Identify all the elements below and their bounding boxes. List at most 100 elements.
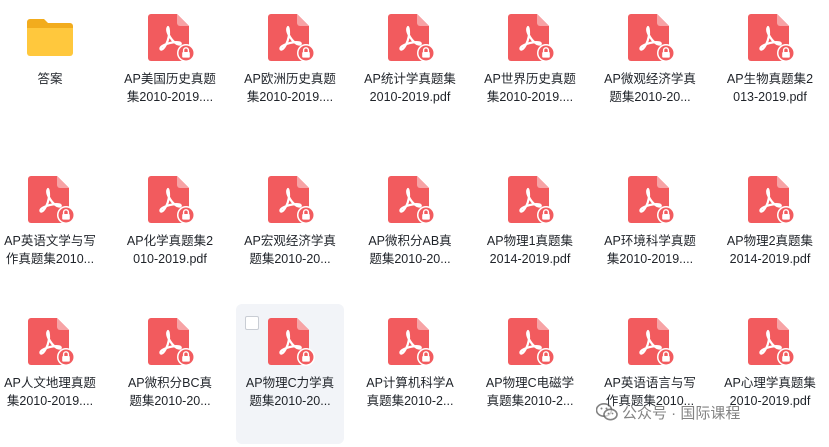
file-name: AP美国历史真题 集2010-2019....: [116, 70, 224, 106]
pdf-lock-icon: [148, 14, 195, 62]
file-item[interactable]: AP生物真题集2 013-2019.pdf: [716, 0, 824, 140]
pdf-lock-icon: [28, 176, 75, 224]
pdf-lock-icon: [748, 318, 795, 366]
file-name: AP物理C力学真 题集2010-20...: [236, 374, 344, 410]
file-name-line: AP美国历史真题: [124, 72, 216, 86]
pdf-lock-icon: [508, 176, 555, 224]
file-name-line: 题集2010-20...: [609, 90, 691, 104]
file-name: AP计算机科学A 真题集2010-2...: [356, 374, 464, 410]
file-item[interactable]: AP世界历史真题 集2010-2019....: [476, 0, 584, 140]
file-name-line: AP宏观经济学真: [244, 234, 336, 248]
file-name-line: 2014-2019.pdf: [729, 252, 811, 266]
file-item[interactable]: AP美国历史真题 集2010-2019....: [116, 0, 224, 140]
file-name-line: AP英语文学与写: [4, 234, 96, 248]
file-item[interactable]: AP欧洲历史真题 集2010-2019....: [236, 0, 344, 140]
file-name-line: 2014-2019.pdf: [489, 252, 571, 266]
file-name: AP英语文学与写 作真题集2010...: [0, 232, 104, 268]
file-name-line: 题集2010-20...: [249, 394, 331, 408]
file-name-line: AP欧洲历史真题: [244, 72, 336, 86]
file-name-line: AP物理C力学真: [245, 376, 335, 390]
pdf-lock-icon: [388, 14, 435, 62]
file-name: AP环境科学真题 集2010-2019....: [596, 232, 704, 268]
file-name: AP人文地理真题 集2010-2019....: [0, 374, 104, 410]
watermark: 公众号 · 国际课程: [596, 399, 740, 425]
file-name-line: 题集2010-20...: [369, 252, 451, 266]
file-name: AP化学真题集2 010-2019.pdf: [116, 232, 224, 268]
file-name: AP物理2真题集 2014-2019.pdf: [716, 232, 824, 268]
file-name: 答案: [0, 70, 104, 88]
file-item[interactable]: AP物理C电磁学 真题集2010-2...: [476, 304, 584, 444]
file-name-line: AP环境科学真题: [604, 234, 696, 248]
file-item[interactable]: AP微积分BC真 题集2010-20...: [116, 304, 224, 444]
file-item[interactable]: AP人文地理真题 集2010-2019....: [0, 304, 104, 444]
file-name-line: 作真题集2010...: [5, 252, 95, 266]
file-name: AP生物真题集2 013-2019.pdf: [716, 70, 824, 106]
file-name-line: AP物理1真题集: [486, 234, 574, 248]
file-name-line: AP物理2真题集: [726, 234, 814, 248]
file-name-line: 集2010-2019....: [486, 90, 574, 104]
file-name-line: AP微积分BC真: [127, 376, 213, 390]
pdf-lock-icon: [148, 318, 195, 366]
file-name: AP世界历史真题 集2010-2019....: [476, 70, 584, 106]
select-checkbox[interactable]: [245, 316, 259, 330]
file-name-line: AP生物真题集2: [726, 72, 814, 86]
file-name-line: AP微积分AB真: [368, 234, 452, 248]
pdf-lock-icon: [628, 14, 675, 62]
pdf-lock-icon: [268, 14, 315, 62]
pdf-lock-icon: [388, 318, 435, 366]
file-name: AP统计学真题集 2010-2019.pdf: [356, 70, 464, 106]
folder-item[interactable]: 答案: [0, 0, 104, 140]
file-name-line: 真题集2010-2...: [486, 394, 574, 408]
file-name-line: AP统计学真题集: [364, 72, 456, 86]
file-name-line: 集2010-2019....: [6, 394, 94, 408]
pdf-lock-icon: [148, 176, 195, 224]
pdf-lock-icon: [628, 318, 675, 366]
file-name: AP欧洲历史真题 集2010-2019....: [236, 70, 344, 106]
file-item[interactable]: AP微观经济学真 题集2010-20...: [596, 0, 704, 140]
pdf-lock-icon: [628, 176, 675, 224]
file-name-line: AP化学真题集2: [126, 234, 214, 248]
file-name-line: 2010-2019.pdf: [369, 90, 451, 104]
file-item[interactable]: AP化学真题集2 010-2019.pdf: [116, 162, 224, 302]
pdf-lock-icon: [268, 176, 315, 224]
file-item[interactable]: AP微积分AB真 题集2010-20...: [356, 162, 464, 302]
file-item[interactable]: AP计算机科学A 真题集2010-2...: [356, 304, 464, 444]
watermark-text: 公众号 · 国际课程: [622, 404, 741, 422]
file-name: AP物理1真题集 2014-2019.pdf: [476, 232, 584, 268]
pdf-lock-icon: [388, 176, 435, 224]
pdf-lock-icon: [748, 14, 795, 62]
file-name: AP物理C电磁学 真题集2010-2...: [476, 374, 584, 410]
file-name: AP宏观经济学真 题集2010-20...: [236, 232, 344, 268]
file-name-line: 题集2010-20...: [249, 252, 331, 266]
file-name-line: 010-2019.pdf: [133, 252, 207, 266]
file-name-line: 题集2010-20...: [129, 394, 211, 408]
file-name-line: AP世界历史真题: [484, 72, 576, 86]
file-name: AP微积分BC真 题集2010-20...: [116, 374, 224, 410]
file-item[interactable]: AP物理1真题集 2014-2019.pdf: [476, 162, 584, 302]
pdf-lock-icon: [508, 318, 555, 366]
pdf-lock-icon: [748, 176, 795, 224]
file-name: AP微积分AB真 题集2010-20...: [356, 232, 464, 268]
file-name-line: 013-2019.pdf: [733, 90, 807, 104]
file-name-line: 集2010-2019....: [606, 252, 694, 266]
file-item[interactable]: AP统计学真题集 2010-2019.pdf: [356, 0, 464, 140]
file-name-line: AP心理学真题集: [724, 376, 816, 390]
file-item[interactable]: AP环境科学真题 集2010-2019....: [596, 162, 704, 302]
folder-icon: [27, 19, 73, 56]
file-name-line: AP人文地理真题: [4, 376, 96, 390]
file-item[interactable]: AP物理C力学真 题集2010-20...: [236, 304, 344, 444]
file-grid: 答案 AP美国历史真题 集2010-2019.... AP欧洲历史真题 集2010-20…: [0, 0, 829, 447]
file-name-line: AP计算机科学A: [366, 376, 454, 390]
pdf-lock-icon: [28, 318, 75, 366]
file-name: AP微观经济学真 题集2010-20...: [596, 70, 704, 106]
file-item[interactable]: AP宏观经济学真 题集2010-20...: [236, 162, 344, 302]
file-name-line: 真题集2010-2...: [366, 394, 454, 408]
file-item[interactable]: AP英语文学与写 作真题集2010...: [0, 162, 104, 302]
wechat-icon: [596, 403, 618, 421]
file-name-line: AP微观经济学真: [604, 72, 696, 86]
file-name-line: AP物理C电磁学: [485, 376, 575, 390]
pdf-lock-icon: [268, 318, 315, 366]
file-name-line: 集2010-2019....: [246, 90, 334, 104]
file-item[interactable]: AP物理2真题集 2014-2019.pdf: [716, 162, 824, 302]
file-name-line: 答案: [37, 72, 63, 86]
